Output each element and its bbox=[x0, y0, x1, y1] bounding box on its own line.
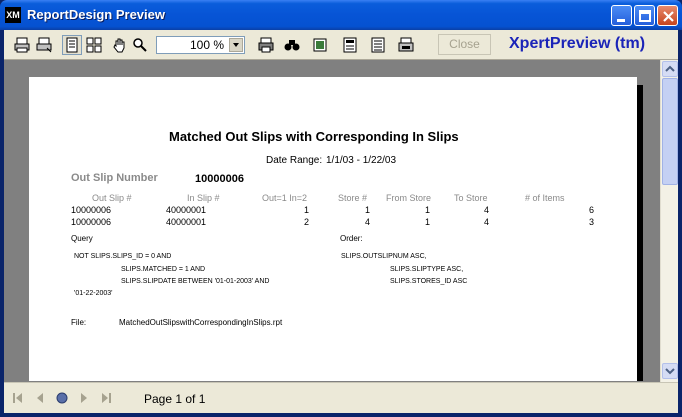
report-title: Matched Out Slips with Corresponding In … bbox=[169, 129, 459, 144]
previous-page-icon[interactable] bbox=[30, 388, 50, 408]
print-icon[interactable] bbox=[12, 35, 32, 55]
fax-print-icon[interactable] bbox=[396, 35, 416, 55]
preview-window: XM ReportDesign Preview 100 % Close Xper… bbox=[0, 0, 682, 417]
report-list-icon[interactable] bbox=[368, 35, 388, 55]
scroll-thumb[interactable] bbox=[662, 78, 678, 185]
table-cell: 1 bbox=[365, 205, 371, 215]
table-cell: 2 bbox=[304, 217, 310, 227]
scroll-up-icon[interactable] bbox=[662, 61, 678, 77]
last-page-icon[interactable] bbox=[96, 388, 116, 408]
hand-pan-icon[interactable] bbox=[110, 35, 130, 55]
order-line: SLIPS.OUTSLIPNUM ASC, bbox=[341, 253, 427, 260]
close-window-button[interactable] bbox=[657, 5, 678, 26]
title-bar[interactable]: XM ReportDesign Preview bbox=[0, 0, 682, 30]
col-header-store: Store # bbox=[338, 193, 368, 203]
order-line: SLIPS.SLIPTYPE ASC, bbox=[390, 266, 464, 273]
date-range-label: Date Range: bbox=[266, 155, 323, 166]
brand-label: XpertPreview (tm) bbox=[509, 35, 646, 52]
query-label: Query bbox=[71, 234, 93, 243]
table-cell: 1 bbox=[304, 205, 310, 215]
vertical-scrollbar[interactable] bbox=[660, 60, 678, 382]
maximize-button[interactable] bbox=[634, 5, 655, 26]
scroll-down-icon[interactable] bbox=[662, 363, 678, 379]
page-shadow bbox=[637, 85, 643, 381]
report-page: Matched Out Slips with Corresponding In … bbox=[29, 77, 637, 381]
chevron-down-icon[interactable] bbox=[229, 38, 243, 52]
status-bar: Page 1 of 1 bbox=[4, 382, 678, 413]
col-header-type: Out=1 In=2 bbox=[262, 193, 308, 203]
preview-viewport[interactable]: Matched Out Slips with Corresponding In … bbox=[4, 60, 660, 382]
zoom-value: 100 % bbox=[189, 38, 224, 52]
print-setup-icon[interactable] bbox=[34, 35, 54, 55]
zoom-select[interactable]: 100 % bbox=[156, 36, 245, 54]
group-value: 10000006 bbox=[195, 173, 244, 185]
table-cell: 40000001 bbox=[166, 205, 207, 215]
table-cell: 40000001 bbox=[166, 217, 207, 227]
table-cell: 4 bbox=[484, 205, 490, 215]
table-cell: 3 bbox=[589, 217, 595, 227]
table-cell: 1 bbox=[425, 205, 431, 215]
close-button[interactable]: Close bbox=[438, 34, 491, 55]
app-icon: XM bbox=[5, 7, 21, 23]
table-cell: 4 bbox=[484, 217, 490, 227]
date-range-value: 1/1/03 - 1/22/03 bbox=[326, 155, 397, 166]
query-line: '01-22-2003' bbox=[74, 290, 113, 297]
col-header-to-store: To Store bbox=[454, 193, 488, 203]
order-line: SLIPS.STORES_ID ASC bbox=[390, 278, 468, 285]
group-label: Out Slip Number bbox=[71, 172, 158, 184]
zoom-magnifier-icon[interactable] bbox=[130, 35, 150, 55]
minimize-button[interactable] bbox=[611, 5, 632, 26]
page-indicator: Page 1 of 1 bbox=[144, 392, 206, 406]
table-cell: 6 bbox=[589, 205, 595, 215]
col-header-from-store: From Store bbox=[386, 193, 432, 203]
next-page-icon[interactable] bbox=[74, 388, 94, 408]
client-area: 100 % Close XpertPreview (tm) Matched Ou… bbox=[4, 30, 678, 413]
single-page-icon[interactable] bbox=[62, 35, 82, 55]
query-line: SLIPS.SLIPDATE BETWEEN '01-01-2003' AND bbox=[121, 278, 270, 285]
col-header-items: # of Items bbox=[525, 193, 565, 203]
stop-icon[interactable] bbox=[52, 388, 72, 408]
table-cell: 10000006 bbox=[71, 205, 112, 215]
toolbar: 100 % Close XpertPreview (tm) bbox=[4, 30, 678, 60]
file-value: MatchedOutSlipswithCorrespondingInSlips.… bbox=[119, 318, 283, 327]
printer-icon[interactable] bbox=[256, 35, 276, 55]
order-label: Order: bbox=[340, 234, 363, 243]
window-title: ReportDesign Preview bbox=[27, 7, 165, 22]
table-cell: 10000006 bbox=[71, 217, 112, 227]
table-cell: 4 bbox=[365, 217, 371, 227]
col-header-out-slip: Out Slip # bbox=[92, 193, 132, 203]
file-label: File: bbox=[71, 318, 87, 327]
table-cell: 1 bbox=[425, 217, 431, 227]
export-icon[interactable] bbox=[310, 35, 330, 55]
multi-page-icon[interactable] bbox=[84, 35, 104, 55]
col-header-in-slip: In Slip # bbox=[187, 193, 220, 203]
query-line: NOT SLIPS.SLIPS_ID = 0 AND bbox=[74, 253, 172, 260]
binoculars-find-icon[interactable] bbox=[282, 35, 302, 55]
query-line: SLIPS.MATCHED = 1 AND bbox=[121, 266, 206, 273]
page-setup-icon[interactable] bbox=[340, 35, 360, 55]
first-page-icon[interactable] bbox=[8, 388, 28, 408]
